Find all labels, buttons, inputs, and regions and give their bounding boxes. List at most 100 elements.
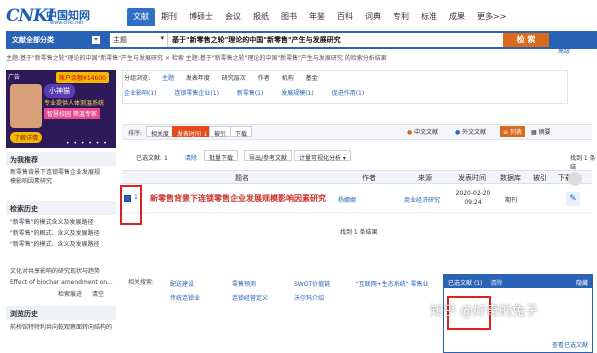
related-link[interactable]: 沃尔玛介绍: [294, 293, 324, 302]
group-tab-topic[interactable]: 主题: [162, 75, 174, 82]
recommend-item[interactable]: 模影响因素研究: [10, 178, 116, 186]
recommend-header: 为我推荐: [6, 152, 116, 166]
group-value[interactable]: 新零售(1): [237, 90, 264, 97]
chinese-docs-label: 中文文献: [414, 129, 439, 136]
detail-view-label: 摘要: [538, 129, 551, 136]
col-date[interactable]: 发表时间: [458, 173, 486, 183]
sort-label: 排序:: [128, 130, 143, 137]
group-tab-org[interactable]: 机构: [282, 75, 294, 82]
nav-tab-wenxian[interactable]: 文献: [127, 8, 155, 26]
recommend-item[interactable]: 新零售背景下连锁零售企业发展规: [10, 169, 116, 177]
watermark: 知乎 @好奇的兔子: [430, 304, 539, 319]
col-title[interactable]: 题名: [235, 173, 249, 183]
main-nav: 文献 期刊 博硕士 会议 报纸 图书 年鉴 百科 词典 专利 标准 成果 更多>…: [127, 8, 512, 28]
cnki-logo[interactable]: CNKI 中国知网 www.cnki.net: [6, 6, 106, 26]
search-input[interactable]: 基于"新零售之轮"理论的中国"新零售"产生与发展研究: [168, 33, 503, 47]
related-link[interactable]: 连锁经营定义: [232, 293, 268, 302]
ad-tag: 广告: [8, 74, 21, 81]
related-link[interactable]: SWOT价值链: [294, 279, 330, 288]
row-title-link[interactable]: 新零售背景下连锁零售企业发展规模影响因素研究: [150, 193, 326, 204]
scope-dropdown-icon[interactable]: ▾: [92, 36, 100, 44]
related-link[interactable]: 配送建设: [170, 279, 194, 288]
batch-download-button[interactable]: 批量下载: [204, 150, 239, 162]
history-item[interactable]: "新零售"的概式、含义及发展路径: [10, 230, 116, 238]
nav-tab-zhuanli[interactable]: 专利: [387, 8, 415, 26]
ad-person-image: [10, 84, 42, 128]
sort-cited-button[interactable]: 被引: [209, 126, 232, 138]
sort-downloads-button[interactable]: 下载: [230, 126, 253, 138]
field-select[interactable]: 主题 ▾: [110, 33, 168, 47]
row-author-link[interactable]: 杨娜娜: [338, 195, 356, 204]
pen-icon[interactable]: ✎: [566, 192, 580, 206]
col-author[interactable]: 作者: [362, 173, 376, 183]
related-link[interactable]: 零售预测: [232, 279, 256, 288]
ad-carousel-dots[interactable]: • • • • • •: [66, 140, 108, 147]
search-button[interactable]: 检 索: [503, 33, 549, 47]
group-tab-level[interactable]: 研究层次: [222, 75, 246, 82]
group-value[interactable]: 发展规模(1): [281, 90, 314, 97]
ad-cta-button[interactable]: 了解详情: [10, 132, 43, 143]
sort-time-button[interactable]: 发表时间 ↓: [172, 126, 213, 138]
field-label: 主题: [113, 36, 127, 44]
results-count-top: 找到 1 条结: [570, 155, 596, 171]
feedback-icon[interactable]: [568, 172, 582, 186]
nav-tab-nianjian[interactable]: 年鉴: [303, 8, 331, 26]
foreign-docs-toggle[interactable]: ● 外文文献: [452, 126, 489, 137]
related-label: 相关搜索:: [128, 279, 155, 286]
group-tab-year[interactable]: 发表年度: [186, 75, 210, 82]
nav-tab-baike[interactable]: 百科: [331, 8, 359, 26]
ad-line1: 专业提供人体测温系统: [44, 100, 105, 107]
checkbox-highlight-box: [120, 185, 142, 225]
group-value[interactable]: 企业影响(1): [124, 90, 157, 97]
group-tab-author[interactable]: 作者: [258, 75, 270, 82]
history-clear-link[interactable]: 清空: [92, 291, 112, 299]
foreign-docs-icon: ●: [455, 129, 461, 136]
popup-clear-link[interactable]: 清除: [490, 280, 502, 287]
nav-tab-chengguo[interactable]: 成果: [443, 8, 471, 26]
scope-select[interactable]: 文献全部分类: [6, 33, 106, 47]
col-source[interactable]: 来源: [418, 173, 432, 183]
analyze-dropdown[interactable]: 计量可视化分析 ▾: [294, 150, 351, 162]
history-item[interactable]: "新零售"的模式、含义及发展路径: [10, 241, 116, 249]
nav-tab-qikan[interactable]: 期刊: [155, 8, 183, 26]
chinese-docs-icon: ●: [407, 129, 413, 136]
nav-tab-boshuo[interactable]: 博硕士: [183, 8, 219, 26]
list-view-label: 列表: [509, 129, 522, 136]
ad-banner[interactable]: 广告 账户余额¥14600 小神猫 专业提供人体测温系统 智慧校园 筛温专家 了…: [6, 70, 116, 148]
col-db[interactable]: 数据库: [500, 173, 521, 183]
browse-item[interactable]: 前桥馆特特利共向乾观察面转向结构的: [10, 324, 116, 332]
chinese-docs-toggle[interactable]: ● 中文文献: [404, 126, 441, 137]
list-view-button[interactable]: ≡ 列表: [500, 126, 525, 137]
detail-view-button[interactable]: ▦ 摘要: [528, 126, 554, 137]
breadcrumb: 主题:基于"新零售之轮"理论的中国"新零售"产生与发展研究 × 检索 主题:基于…: [6, 55, 387, 62]
popup-hide-link[interactable]: 隐藏: [576, 278, 588, 287]
export-button[interactable]: 导出/参考文献: [244, 150, 293, 162]
view-selected-link[interactable]: 查看已选文献: [552, 340, 588, 349]
row-source-link[interactable]: 商业经济研究: [404, 195, 440, 204]
col-cited[interactable]: 被引: [533, 173, 547, 183]
nav-tab-biaozhun[interactable]: 标准: [415, 8, 443, 26]
history-item[interactable]: Effect of biochar amendment on...: [10, 279, 116, 287]
nav-tab-baozhi[interactable]: 报纸: [247, 8, 275, 26]
group-tab-fund[interactable]: 基金: [306, 75, 318, 82]
history-item[interactable]: "新零售"的模式含义及发展路径: [10, 219, 116, 227]
search-in-results-link[interactable]: 结果中检索: [558, 37, 596, 46]
nav-tab-tushu[interactable]: 图书: [275, 8, 303, 26]
related-link[interactable]: 传统连锁业: [170, 293, 200, 302]
history-item[interactable]: 文化对共享影响的研究现状与趋势: [10, 268, 116, 276]
clear-selection-link[interactable]: 清除: [185, 153, 197, 162]
group-label: 分组浏览:: [124, 75, 151, 82]
history-trace-link[interactable]: 检索痕迹: [58, 291, 92, 299]
sort-relevance-button[interactable]: 相关度: [146, 126, 175, 138]
nav-tab-more[interactable]: 更多>>: [471, 8, 512, 26]
related-link[interactable]: "互联网+生态系统" 零售业: [356, 279, 428, 288]
group-value[interactable]: 连锁零售企业(1): [174, 90, 219, 97]
popup-header: 已选文献 (1) 清除 隐藏: [444, 275, 592, 288]
nav-tab-cidian[interactable]: 词典: [359, 8, 387, 26]
nav-tab-huiyi[interactable]: 会议: [219, 8, 247, 26]
selected-count: 1: [163, 155, 168, 162]
chevron-down-icon: ▾: [160, 34, 164, 42]
row-date-time: 09:24: [464, 199, 482, 206]
group-value[interactable]: 促进作用(1): [332, 90, 365, 97]
table-header: [122, 170, 592, 184]
